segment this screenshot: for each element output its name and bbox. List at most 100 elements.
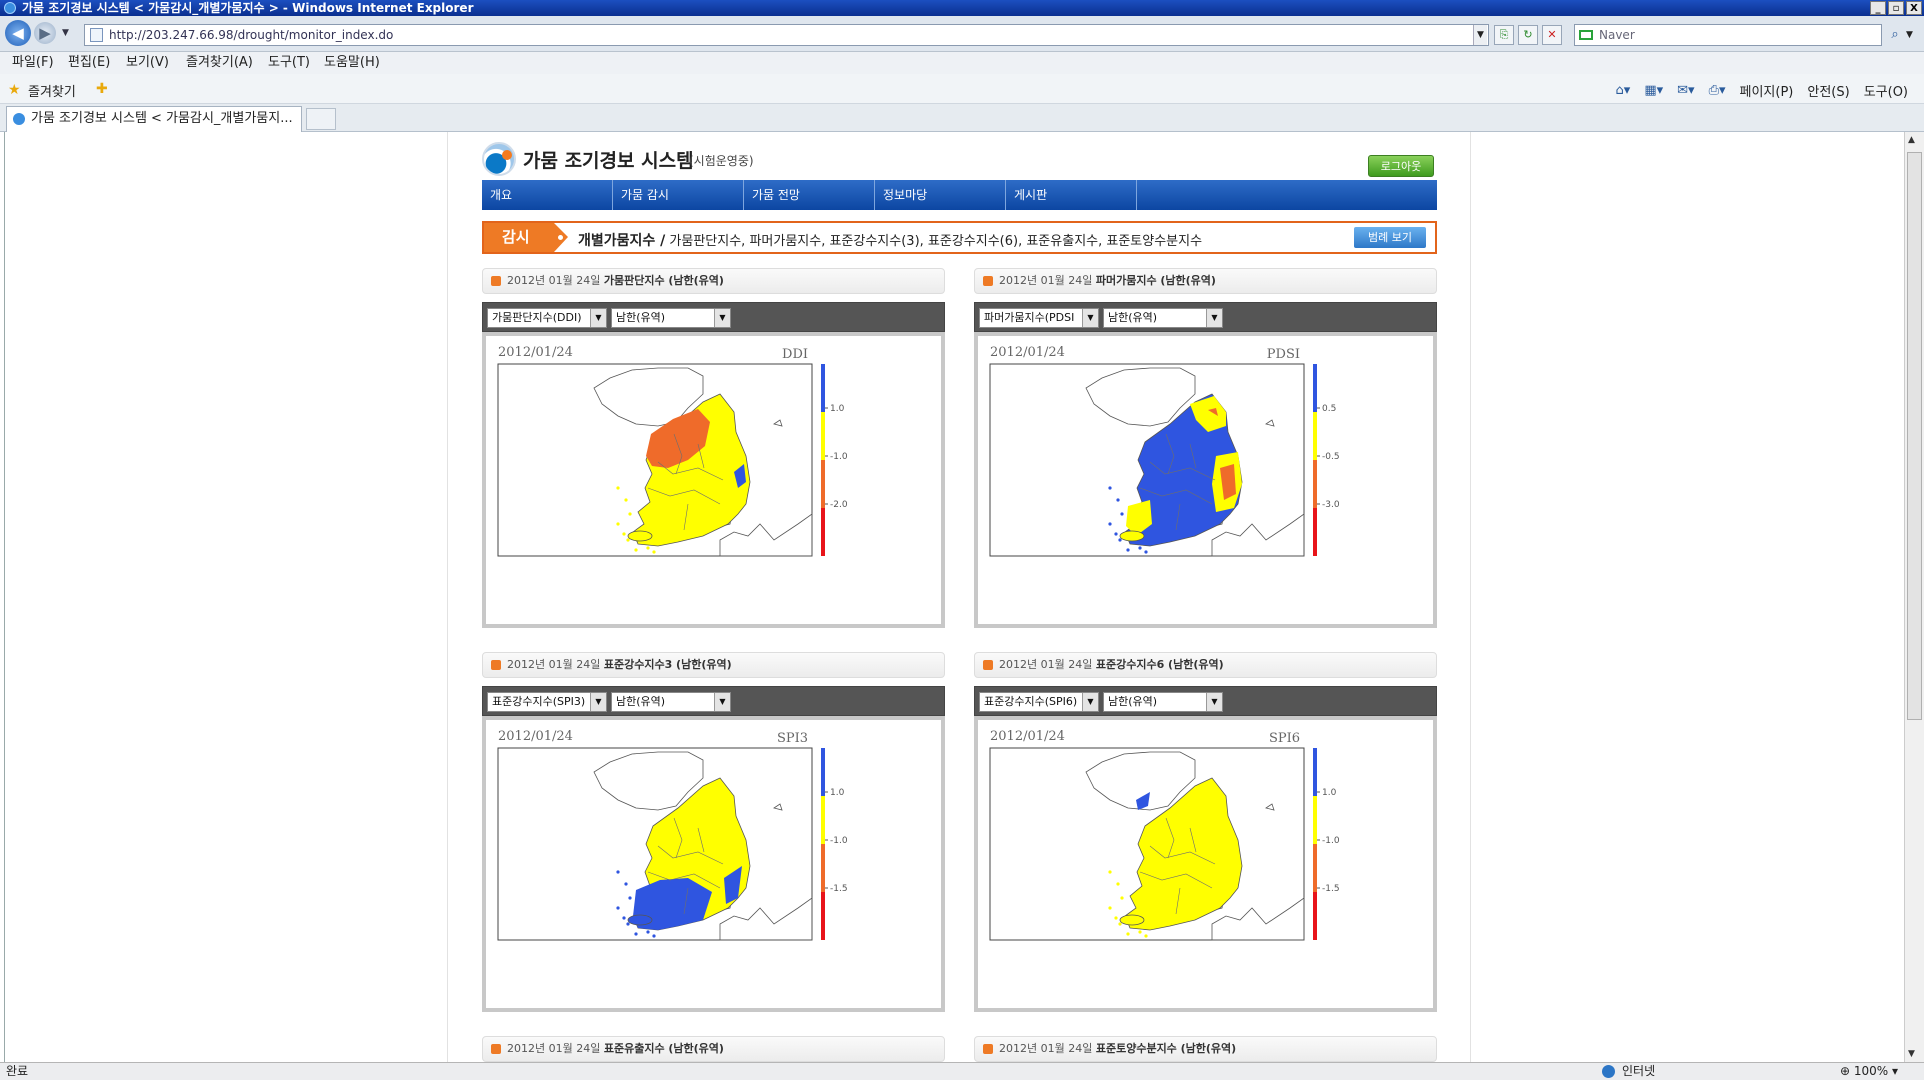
nav-empty [1137, 180, 1268, 210]
ie-logo-icon [4, 2, 16, 14]
region-select[interactable]: 남한(유역) ▼ [1103, 308, 1223, 328]
island [1144, 934, 1148, 938]
legend-swatch-severe [821, 508, 825, 556]
nav-drought-monitoring[interactable]: 가뭄 감시 [613, 180, 744, 210]
url-dropdown-icon[interactable]: ▼ [1473, 25, 1487, 45]
island [1114, 532, 1118, 536]
forward-button[interactable]: ▶ [34, 22, 56, 44]
panel-title: 2012년 01월 24일 파머가뭄지수 (남한(유역) [974, 268, 1437, 294]
globe-icon [1602, 1065, 1615, 1078]
island [616, 486, 620, 490]
island [1114, 916, 1118, 920]
nav-overview[interactable]: 개요 [482, 180, 613, 210]
island [646, 546, 650, 550]
legend-swatch-moderate [1313, 844, 1317, 892]
url-input[interactable]: http://203.247.66.98/drought/monitor_ind… [84, 24, 1489, 46]
select-arrow-icon: ▼ [590, 693, 606, 711]
legend-swatch-severe [821, 892, 825, 940]
index-select-value: 표준강수지수(SPI6) [984, 695, 1078, 708]
island [1116, 882, 1120, 886]
security-zone[interactable]: 인터넷 [1600, 1063, 1740, 1080]
zoom-level[interactable]: ⊕ 100% ▾ [1840, 1063, 1910, 1080]
jeju-island [627, 914, 653, 926]
region-select-value: 남한(유역) [616, 695, 666, 708]
index-select[interactable]: 표준강수지수(SPI6) ▼ [979, 692, 1099, 712]
panel-bullet-icon [491, 660, 501, 670]
panel-date: 2012년 01월 24일 [999, 274, 1093, 287]
menu-tools[interactable]: 도구(T) [268, 52, 310, 74]
scroll-up-icon[interactable]: ▲ [1908, 135, 1915, 145]
jeju-island [1119, 914, 1145, 926]
home-icon[interactable]: ⌂▾ [1616, 83, 1631, 98]
nav-board[interactable]: 게시판 [1006, 180, 1137, 210]
island [1120, 896, 1124, 900]
mail-icon[interactable]: ✉▾ [1677, 83, 1694, 98]
index-select[interactable]: 파머가뭄지수(PDSI ▼ [979, 308, 1099, 328]
print-icon[interactable]: ⎙▾ [1709, 83, 1726, 98]
back-button[interactable]: ◀ [5, 20, 31, 46]
status-text: 완료 [6, 1064, 29, 1078]
region-select-value: 남한(유역) [616, 311, 666, 324]
legend-tick-label: -3.0 [1322, 500, 1340, 510]
island [646, 930, 650, 934]
legend-tick-label: 1.0 [830, 404, 845, 414]
site-logo-icon[interactable] [482, 142, 516, 176]
index-select[interactable]: 가뭄판단지수(DDI) ▼ [487, 308, 607, 328]
jeju-island [1119, 530, 1145, 542]
search-icon[interactable]: ⌕ [1886, 25, 1904, 45]
panel-index-name: 가뭄판단지수 (남한(유역) [603, 274, 724, 287]
page-menu[interactable]: 페이지(P) [1740, 81, 1794, 100]
stop-icon[interactable]: ✕ [1542, 25, 1562, 45]
region-select[interactable]: 남한(유역) ▼ [611, 308, 731, 328]
nav-info[interactable]: 정보마당 [875, 180, 1006, 210]
vertical-scrollbar[interactable]: ▲ ▼ [1904, 132, 1924, 1062]
compatibility-view-icon[interactable]: ⎘ [1494, 25, 1514, 45]
search-options-dropdown-icon[interactable]: ▼ [1906, 25, 1913, 45]
panel-title: 2012년 01월 24일 표준유출지수 (남한(유역) [482, 1036, 945, 1062]
menu-help[interactable]: 도움말(H) [324, 52, 380, 74]
legend-tick-label: 1.0 [830, 788, 845, 798]
tools-menu[interactable]: 도구(O) [1864, 81, 1908, 100]
drought-map: 2012/01/24 DDI 1.0 -1.0 -2.0 [482, 332, 945, 628]
logout-button[interactable]: 로그아웃 [1368, 155, 1434, 177]
panel-selector-bar: 표준강수지수(SPI3) ▼ 남한(유역) ▼ [482, 686, 945, 716]
recent-pages-dropdown-icon[interactable]: ▼ [62, 28, 69, 38]
legend-view-button[interactable]: 범례 보기 [1354, 227, 1426, 248]
browser-tab-active[interactable]: 가뭄 조기경보 시스템 < 가뭄감시_개별가뭄지... [6, 106, 302, 132]
menu-file[interactable]: 파일(F) [12, 52, 54, 74]
index-select-value: 파머가뭄지수(PDSI [984, 311, 1075, 324]
menu-edit[interactable]: 편집(E) [68, 52, 110, 74]
feeds-icon[interactable]: ▦▾ [1644, 83, 1663, 98]
favorites-star-icon[interactable]: ★ [8, 82, 21, 98]
island [1116, 498, 1120, 502]
island [616, 522, 620, 526]
menu-favorites[interactable]: 즐겨찾기(A) [186, 52, 253, 74]
add-to-favorites-icon[interactable]: ✚ [96, 81, 108, 97]
safety-menu[interactable]: 안전(S) [1807, 81, 1849, 100]
scroll-down-icon[interactable]: ▼ [1908, 1049, 1915, 1059]
search-input[interactable]: Naver [1574, 24, 1882, 46]
map-date: 2012/01/24 [498, 729, 573, 744]
legend-swatch-moderate [1313, 460, 1317, 508]
region-select[interactable]: 남한(유역) ▼ [611, 692, 731, 712]
scroll-thumb[interactable] [1907, 152, 1922, 720]
close-window-button[interactable]: X [1906, 1, 1922, 15]
refresh-icon[interactable]: ↻ [1518, 25, 1538, 45]
breadcrumb-head: 개별가뭄지수 / [578, 233, 666, 249]
maximize-button[interactable]: ▫ [1888, 1, 1904, 15]
region-select[interactable]: 남한(유역) ▼ [1103, 692, 1223, 712]
island [1108, 522, 1112, 526]
new-tab-button[interactable] [306, 108, 336, 130]
nav-drought-outlook[interactable]: 가뭄 전망 [744, 180, 875, 210]
legend-swatch-wet [821, 364, 825, 412]
panel-date: 2012년 01월 24일 [999, 1042, 1093, 1055]
index-select[interactable]: 표준강수지수(SPI3) ▼ [487, 692, 607, 712]
island [634, 548, 638, 552]
island [626, 922, 630, 926]
favorites-button[interactable]: 즐겨찾기 [28, 81, 76, 100]
panel-index-name: 파머가뭄지수 (남한(유역) [1095, 274, 1216, 287]
security-zone-label: 인터넷 [1622, 1064, 1656, 1078]
menu-view[interactable]: 보기(V) [126, 52, 169, 74]
minimize-button[interactable]: _ [1870, 1, 1886, 15]
island [1108, 486, 1112, 490]
